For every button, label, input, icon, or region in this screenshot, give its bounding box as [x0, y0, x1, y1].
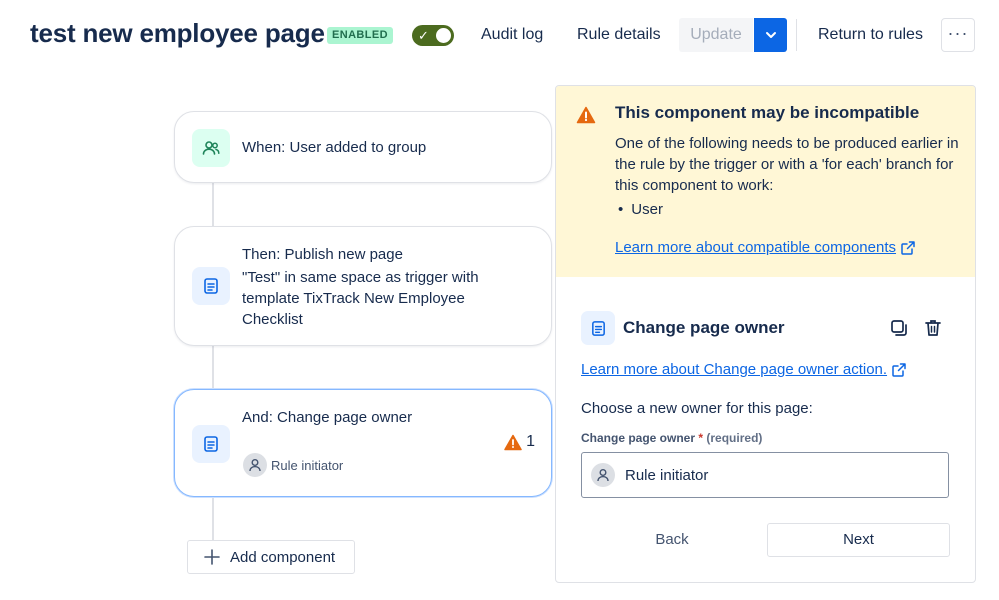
component-title: Change page owner [623, 318, 785, 337]
update-dropdown-button[interactable] [754, 18, 787, 52]
trash-icon[interactable] [923, 318, 943, 338]
back-button[interactable]: Back [581, 523, 763, 557]
rule-details-button[interactable]: Rule details [577, 18, 661, 52]
rule-enabled-toggle[interactable]: ✓ [412, 25, 454, 46]
owner-prompt: Choose a new owner for this page: [581, 400, 813, 417]
external-link-icon [892, 362, 906, 377]
change-owner-help-link[interactable]: Learn more about Change page owner actio… [581, 361, 907, 378]
update-button[interactable]: Update [679, 18, 753, 52]
flow-connector [212, 496, 214, 540]
compatible-components-link[interactable]: Learn more about compatible components [615, 239, 916, 256]
trigger-label: When: User added to group [242, 139, 427, 156]
check-icon: ✓ [418, 28, 429, 43]
action-label: Then: Publish new page [242, 246, 403, 263]
warning-title: This component may be incompatible [615, 103, 920, 122]
warning-list: User [618, 201, 663, 218]
component-config-panel: This component may be incompatible One o… [555, 85, 976, 583]
warning-icon [504, 434, 522, 450]
link-label: Learn more about compatible components [615, 239, 897, 256]
status-badge: ENABLED [327, 27, 393, 44]
page-icon [192, 425, 230, 463]
toggle-knob [436, 28, 451, 43]
warning-icon [576, 106, 596, 124]
chevron-down-icon [765, 32, 776, 38]
action-card-publish-page[interactable]: Then: Publish new page "Test" in same sp… [174, 226, 552, 346]
owner-select[interactable]: Rule initiator [581, 452, 949, 498]
next-button[interactable]: Next [767, 523, 950, 557]
field-label-text: Change page owner [581, 431, 696, 445]
owner-chip: Rule initiator [243, 453, 343, 477]
page-icon [581, 311, 615, 345]
user-avatar-icon [591, 463, 615, 487]
flow-connector [212, 182, 214, 228]
owner-label: Rule initiator [271, 457, 344, 473]
return-to-rules-button[interactable]: Return to rules [818, 18, 923, 52]
owner-select-value: Rule initiator [625, 466, 709, 484]
header-divider [796, 19, 797, 51]
incompatible-warning: This component may be incompatible One o… [556, 86, 975, 277]
action-card-change-owner[interactable]: And: Change page owner 1 Rule initiator [174, 389, 552, 497]
warning-count: 1 [526, 433, 535, 450]
external-link-icon [901, 240, 915, 255]
link-label: Learn more about Change page owner actio… [581, 361, 888, 378]
flow-connector [212, 345, 214, 391]
action-label: And: Change page owner [242, 409, 413, 426]
warning-body: One of the following needs to be produce… [615, 135, 959, 194]
action-description: "Test" in same space as trigger with tem… [242, 269, 479, 328]
trigger-card[interactable]: When: User added to group [174, 111, 552, 183]
warning-indicator[interactable]: 1 [504, 433, 535, 451]
user-avatar-icon [243, 453, 267, 477]
more-actions-button[interactable]: ··· [941, 18, 975, 52]
required-text: (required) [706, 431, 763, 445]
page-icon [192, 267, 230, 305]
copy-icon[interactable] [889, 318, 909, 338]
plus-icon [204, 549, 220, 565]
required-asterisk: * [698, 431, 704, 445]
page-title: test new employee page [30, 18, 325, 48]
add-component-label: Add component [230, 548, 336, 566]
list-item: User [618, 201, 663, 218]
audit-log-button[interactable]: Audit log [481, 18, 543, 52]
field-label: Change page owner * (required) [581, 431, 762, 445]
add-component-button[interactable]: Add component [187, 540, 355, 574]
users-icon [192, 129, 230, 167]
